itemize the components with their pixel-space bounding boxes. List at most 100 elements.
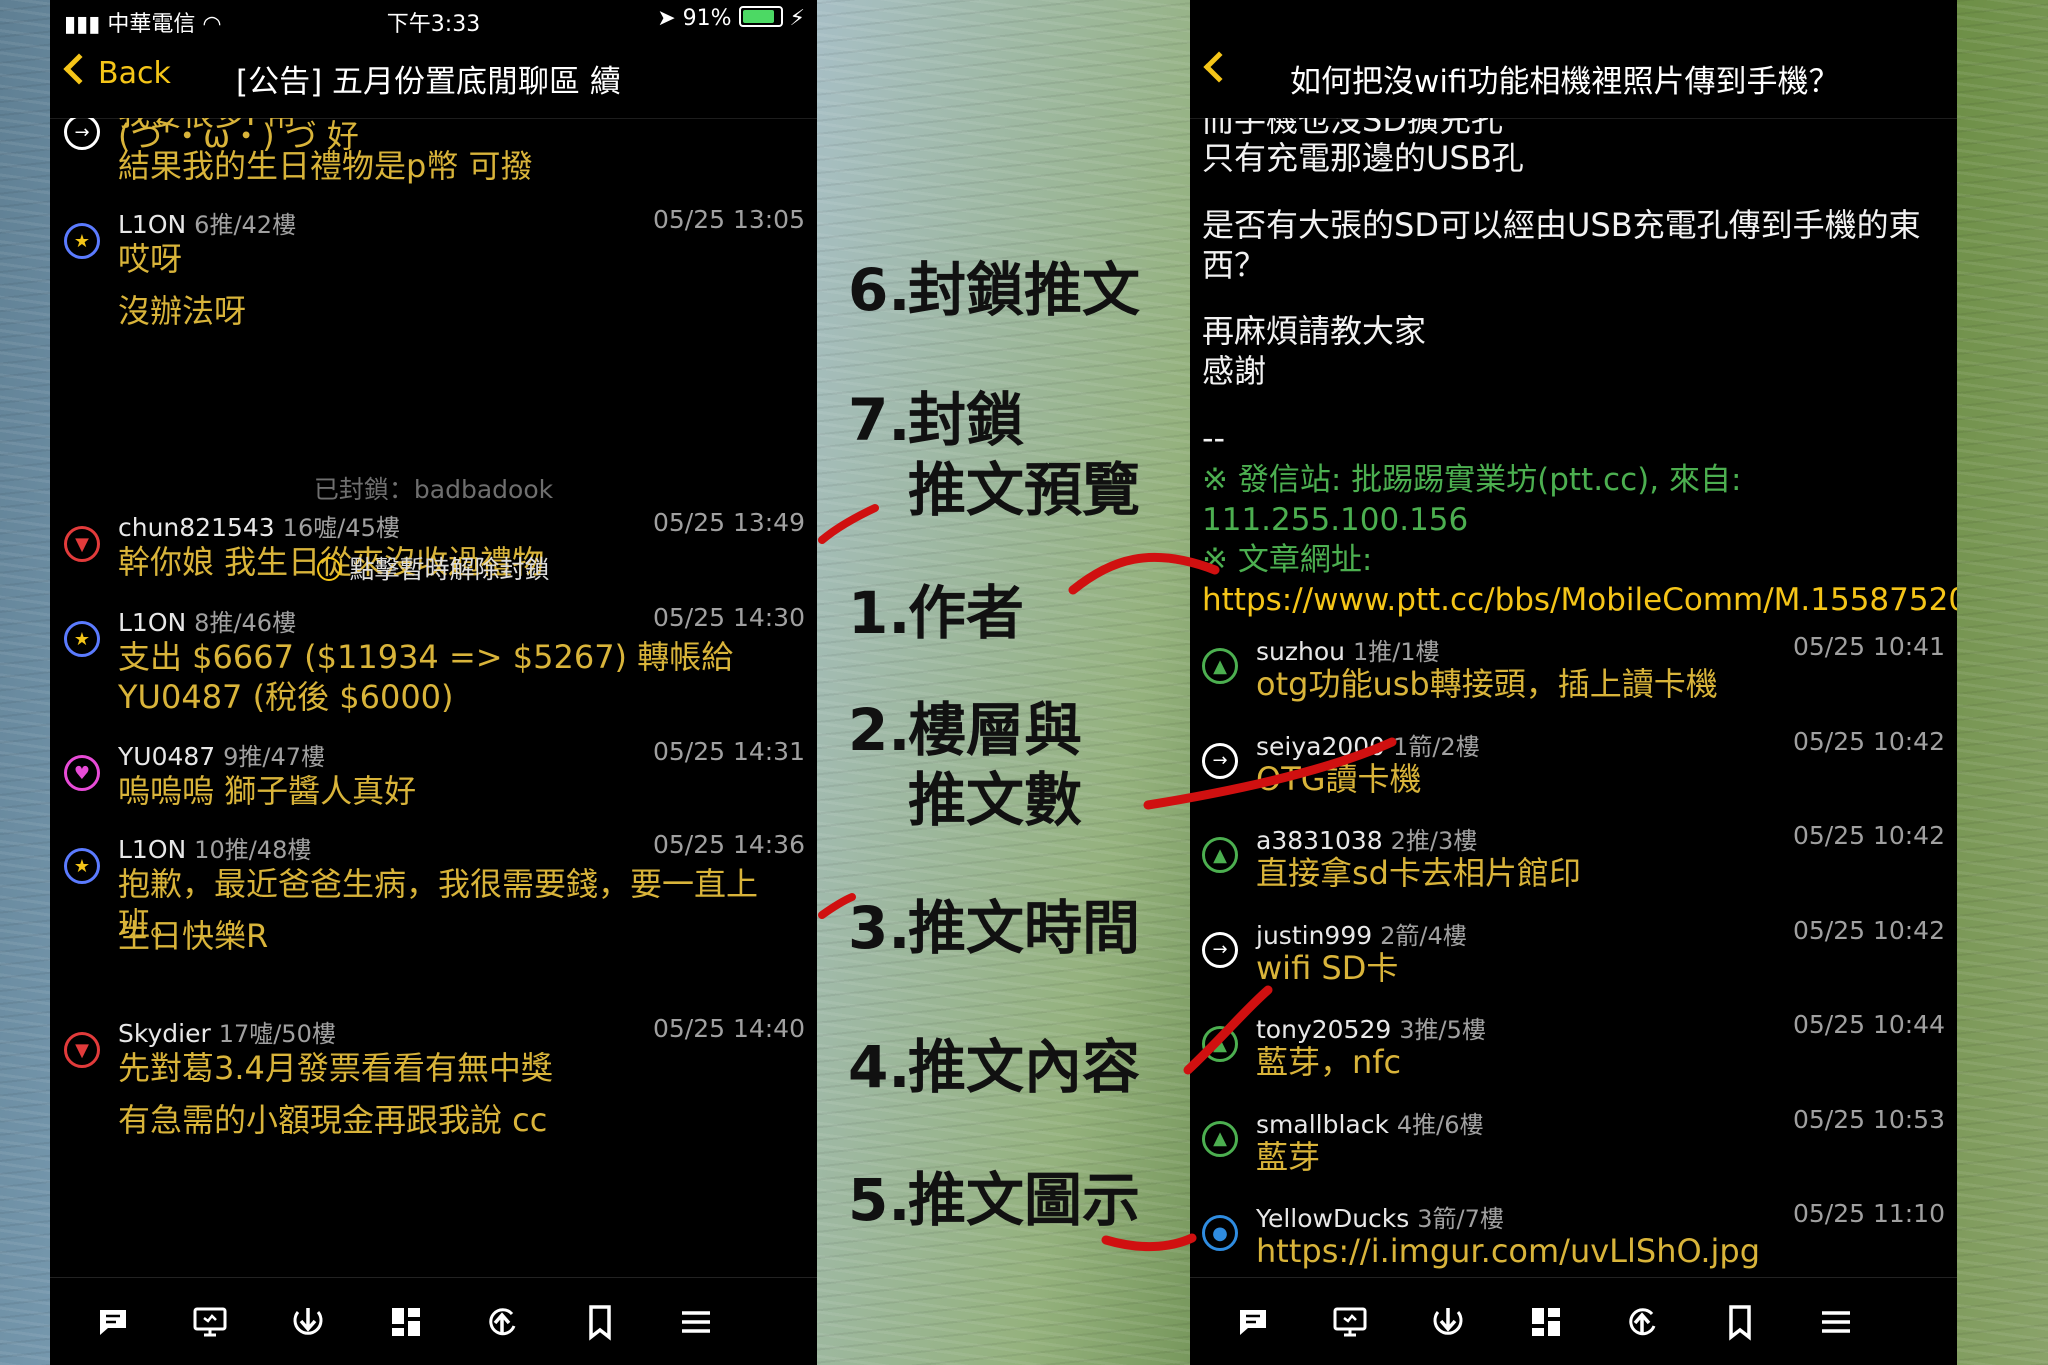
comment-time: 05/25 10:44: [1792, 1010, 1945, 1039]
right-phone-screen: 如何把沒wifi功能相機裡照片傳到手機？ 而手機也沒SD擴充孔 只有充電那邊的U…: [1190, 0, 1957, 1365]
article-line: 而手機也沒SD擴充孔: [1202, 118, 1503, 139]
comment-text: 先對葛3.4月發票看看有無中獎: [118, 1049, 553, 1087]
floor-count: 3推/5樓: [1399, 1016, 1486, 1044]
annotation-label: 4.推文內容: [848, 1032, 1140, 1102]
author-name[interactable]: a3831038: [1256, 826, 1383, 855]
author-name[interactable]: tony20529: [1256, 1015, 1391, 1044]
annotation-text: 推文預覽: [908, 456, 1141, 524]
annotation-number: 5.: [848, 1166, 911, 1234]
author-name[interactable]: justin999: [1256, 921, 1372, 950]
comment-author: YellowDucks 3箭/7樓: [1256, 1199, 1504, 1234]
arrow-right-icon: →: [1202, 742, 1238, 779]
back-button[interactable]: Back: [63, 53, 171, 91]
floor-count: 6推/42樓: [194, 211, 297, 239]
comment-text: 藍芽: [1256, 1137, 1321, 1176]
signature: ※ 發信站: 批踢踢實業坊(ptt.cc), 來自: 111.255.100.1…: [1202, 462, 1742, 538]
article-line: --: [1202, 419, 1226, 457]
floor-count: 9推/47樓: [223, 743, 326, 771]
comment-text: otg功能usb轉接頭，插上讀卡機: [1256, 665, 1718, 703]
download-icon[interactable]: [288, 1302, 328, 1342]
author-name[interactable]: seiya2000: [1256, 732, 1385, 761]
floor-count: 2推/3樓: [1390, 827, 1478, 855]
annotation-text: 樓層與: [908, 696, 1083, 764]
article-body[interactable]: 而手機也沒SD擴充孔 只有充電那邊的USB孔 是否有大張的SD可以經由USB充電…: [1190, 118, 1957, 1278]
page-title: [公告] 五月份置底閒聊區 續: [236, 64, 621, 100]
back-button[interactable]: [1203, 51, 1238, 89]
board-icon[interactable]: [1330, 1302, 1370, 1342]
comment-text[interactable]: https://i.imgur.com/uvLlShO.jpg: [1256, 1231, 1939, 1271]
star-icon: ★: [64, 848, 100, 884]
annotation-label: 7.封鎖 推文預覽: [848, 385, 1140, 525]
annotation-number: 4.: [848, 1033, 911, 1101]
grid-icon[interactable]: [386, 1302, 426, 1342]
thumbs-up-icon: ▲: [1202, 837, 1238, 873]
floor-count: 2箭/4樓: [1380, 921, 1467, 950]
charging-icon: ⚡: [789, 6, 805, 31]
chat-icon[interactable]: [1234, 1302, 1274, 1342]
floor-count: 17噓/50樓: [218, 1020, 336, 1048]
article-line: 再麻煩請教大家: [1202, 312, 1427, 350]
author-name[interactable]: YU0487: [118, 742, 215, 771]
comment-time: 05/25 14:30: [652, 603, 805, 632]
comment-text: 哎呀: [118, 240, 183, 278]
grid-icon[interactable]: [1526, 1302, 1566, 1342]
menu-icon[interactable]: [676, 1302, 716, 1342]
article-line: 感謝: [1202, 352, 1267, 390]
author-name[interactable]: chun821543: [118, 513, 275, 542]
comment-time: 05/25 10:53: [1792, 1104, 1945, 1134]
comment-text: 嗚嗚嗚 獅子醬人真好: [118, 772, 417, 810]
blocked-notice: 已封鎖：badbadook: [313, 475, 554, 504]
article-link[interactable]: https://www.ptt.cc/bbs/MobileComm/M.1558…: [1202, 582, 1957, 618]
annotation-text: 封鎖推文: [908, 256, 1141, 324]
author-name[interactable]: Skydier: [118, 1019, 211, 1048]
annotation-number: 6.: [848, 256, 911, 324]
thumbs-up-icon: ▲: [1202, 1026, 1238, 1062]
heart-icon: ♥: [64, 755, 100, 791]
tab-bar: [50, 1277, 817, 1365]
annotation-label: 1.作者: [848, 578, 1024, 648]
user-icon: ●: [1202, 1215, 1238, 1251]
arrow-right-icon: →: [64, 118, 100, 150]
comment-time: 05/25 14:40: [652, 1014, 805, 1043]
author-name[interactable]: smallblack: [1256, 1110, 1389, 1139]
comment-text: OTG讀卡機: [1256, 759, 1422, 798]
comment-time: 05/25 14:31: [652, 737, 805, 766]
circle-icon: [317, 557, 342, 581]
article-line: 是否有大張的SD可以經由USB充電孔傳到手機的東西？: [1202, 206, 1921, 284]
floor-count: 10推/48樓: [194, 836, 312, 864]
battery-status: ➤ 91% ⚡: [657, 6, 805, 31]
comment-time: 05/25 10:42: [1792, 915, 1945, 945]
bookmark-icon[interactable]: [1720, 1302, 1760, 1342]
annotation-text: 推文時間: [908, 894, 1141, 962]
author-name[interactable]: L1ON: [118, 210, 186, 239]
floor-count: 1箭/2樓: [1393, 732, 1480, 761]
refresh-icon[interactable]: [482, 1302, 522, 1342]
author-name[interactable]: L1ON: [118, 835, 186, 864]
comment-author: a3831038 2推/3樓: [1256, 821, 1477, 856]
annotation-label: 3.推文時間: [848, 893, 1140, 963]
left-phone-screen: ▮▮▮ 中華電信 ◠ 下午3:33 ➤ 91% ⚡ Back [公告] 五月份置…: [50, 0, 817, 1365]
comment-time: 05/25 13:05: [652, 205, 805, 234]
author-name[interactable]: L1ON: [118, 608, 186, 637]
article-url: ※ 文章網址: https://www.ptt.cc/bbs/MobileCom…: [1202, 540, 1957, 620]
menu-icon[interactable]: [1816, 1302, 1856, 1342]
comment-list[interactable]: → (づ'・ω・) づ 好 ♥YU0487 15噓/40樓05/25 12:52…: [50, 118, 817, 1278]
unblock-button[interactable]: 點擊暫時解除封鎖: [50, 550, 817, 586]
floor-count: 16噓/45樓: [282, 514, 400, 542]
chat-icon[interactable]: [94, 1302, 134, 1342]
board-icon[interactable]: [190, 1302, 230, 1342]
comment-text: 支出 $6667 ($11934 => $5267) 轉帳給 YU0487 (稅…: [118, 638, 734, 716]
comment-author: L1ON 8推/46樓: [118, 603, 296, 638]
author-name[interactable]: suzhou: [1256, 637, 1345, 666]
author-name[interactable]: YellowDucks: [1256, 1204, 1409, 1233]
arrow-right-icon: →: [1202, 931, 1238, 968]
download-icon[interactable]: [1428, 1302, 1468, 1342]
comment-author: L1ON 6推/42樓: [118, 205, 296, 240]
bookmark-icon[interactable]: [580, 1302, 620, 1342]
comment-author: L1ON 10推/48樓: [118, 830, 311, 865]
floor-count: 4推/6樓: [1396, 1110, 1484, 1139]
refresh-icon[interactable]: [1622, 1302, 1662, 1342]
floor-count: 3箭/7樓: [1417, 1205, 1504, 1233]
annotation-number: 7.: [848, 386, 911, 454]
comment-time: 05/25 13:49: [652, 508, 805, 537]
